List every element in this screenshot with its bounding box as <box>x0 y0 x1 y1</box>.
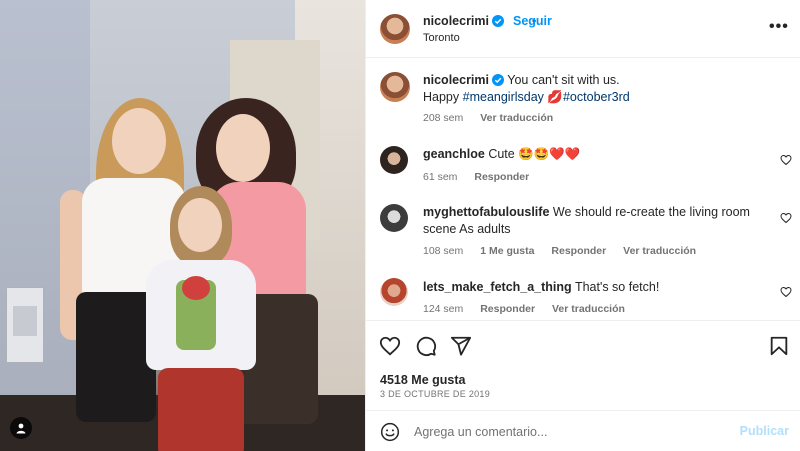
comment-input[interactable] <box>414 422 724 442</box>
person-right-face <box>216 114 270 182</box>
share-icon[interactable] <box>450 335 472 357</box>
caption-translate[interactable]: Ver traducción <box>480 112 553 124</box>
verified-badge-icon <box>492 15 504 27</box>
comment-like-icon[interactable] <box>780 154 792 166</box>
comment-meta: 61 sem Responder <box>423 171 543 183</box>
caption-time[interactable]: 208 sem <box>423 112 463 124</box>
post-photo[interactable] <box>0 0 365 451</box>
post-panel: nicolecrimi • Seguir Toronto ••• nicolec… <box>365 0 800 451</box>
comment-username[interactable]: lets_make_fetch_a_thing <box>423 280 572 294</box>
post-location[interactable]: Toronto <box>423 32 460 44</box>
more-options-icon[interactable]: ••• <box>769 18 789 36</box>
comment-username[interactable]: geanchloe <box>423 147 485 161</box>
owner-username[interactable]: nicolecrimi <box>423 14 504 28</box>
post-header: nicolecrimi • Seguir Toronto ••• <box>366 0 800 58</box>
reply-button[interactable]: Responder <box>480 303 535 315</box>
heart-icon[interactable] <box>379 335 401 357</box>
comment-meta: 124 sem Responder Ver traducción <box>423 303 639 315</box>
comment-meta: 108 sem 1 Me gusta Responder Ver traducc… <box>423 245 710 257</box>
post-actions: 4518 Me gusta 3 DE OCTUBRE DE 2019 <box>366 320 800 410</box>
user-tag-icon[interactable] <box>10 417 32 439</box>
caption-text: nicolecrimi You can't sit with us. Happy… <box>423 73 630 104</box>
hashtag-october3rd[interactable]: #october3rd <box>563 90 630 104</box>
comment-text: lets_make_fetch_a_thing That's so fetch! <box>423 280 660 294</box>
comment-avatar[interactable] <box>380 204 408 232</box>
verified-badge-icon <box>492 74 504 86</box>
comment-translate[interactable]: Ver traducción <box>552 303 625 315</box>
comment-avatar[interactable] <box>380 146 408 174</box>
comment-translate[interactable]: Ver traducción <box>623 245 696 257</box>
bookmark-icon[interactable] <box>768 335 790 357</box>
caption-avatar[interactable] <box>380 72 410 102</box>
comment-avatar[interactable] <box>380 278 408 306</box>
person-child-pants <box>158 368 244 451</box>
comment-time[interactable]: 124 sem <box>423 303 463 315</box>
comment-likes[interactable]: 1 Me gusta <box>480 245 534 257</box>
caption-username[interactable]: nicolecrimi <box>423 73 489 87</box>
publish-button[interactable]: Publicar <box>740 424 789 438</box>
comment-username[interactable]: myghettofabulouslife <box>423 205 549 219</box>
comment-time[interactable]: 108 sem <box>423 245 463 257</box>
emoji-icon[interactable] <box>380 422 400 442</box>
reply-button[interactable]: Responder <box>474 171 529 183</box>
comment-text: geanchloe Cute 🤩🤩❤️❤️ <box>423 147 581 161</box>
caption-meta: 208 sem Ver traducción <box>423 112 567 124</box>
shirt-print <box>176 276 216 350</box>
person-left-pants <box>76 292 156 422</box>
comments-list: nicolecrimi You can't sit with us. Happy… <box>366 58 800 320</box>
hashtag-meangirlsday[interactable]: #meangirlsday <box>463 90 544 104</box>
person-left-face <box>112 108 166 174</box>
follow-button[interactable]: Seguir <box>513 14 552 28</box>
comment-like-icon[interactable] <box>780 212 792 224</box>
reply-button[interactable]: Responder <box>551 245 606 257</box>
comment-time[interactable]: 61 sem <box>423 171 457 183</box>
comment-text: myghettofabulouslife We should re-create… <box>423 205 750 236</box>
add-comment-bar: Publicar <box>366 410 800 451</box>
post-date[interactable]: 3 DE OCTUBRE DE 2019 <box>380 389 490 399</box>
kiss-emoji: 💋 <box>547 90 563 104</box>
comment-icon[interactable] <box>415 335 437 357</box>
person-child-face <box>178 198 222 252</box>
likes-count[interactable]: 4518 Me gusta <box>380 373 465 387</box>
comment-like-icon[interactable] <box>780 286 792 298</box>
photo-heater <box>6 287 44 363</box>
owner-avatar[interactable] <box>380 14 410 44</box>
